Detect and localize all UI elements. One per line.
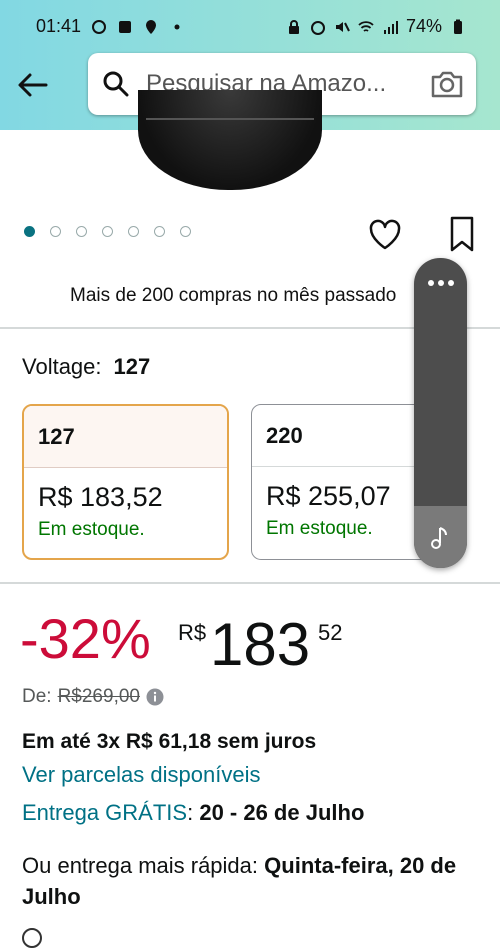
faster-delivery: Ou entrega mais rápida: Quinta-feira, 20… — [22, 850, 492, 912]
voltage-selected: 127 — [113, 354, 151, 379]
carousel-dot[interactable] — [50, 226, 61, 237]
product-image[interactable] — [138, 90, 322, 190]
delivery-range: 20 - 26 de Julho — [199, 800, 365, 825]
alarm-icon — [310, 20, 325, 35]
heart-icon[interactable] — [368, 218, 402, 252]
image-carousel-dots[interactable] — [24, 226, 191, 237]
notification-icon — [92, 19, 107, 34]
option-name: 127 — [24, 406, 227, 468]
mute-icon — [335, 21, 350, 32]
app-icon — [119, 20, 132, 33]
product-image-rim — [146, 118, 314, 120]
carousel-dot[interactable] — [128, 226, 139, 237]
back-arrow-icon[interactable] — [16, 68, 50, 102]
list-price: De: R$269,00 — [22, 686, 164, 708]
dot-icon — [174, 24, 180, 29]
voltage-label: Voltage: 127 — [22, 354, 150, 380]
option-stock: Em estoque. — [38, 519, 145, 540]
option-price: R$ 183,52 — [38, 482, 163, 512]
more-options-icon[interactable] — [426, 278, 456, 288]
bookmark-icon[interactable] — [448, 216, 476, 252]
installments-text: Em até 3x R$ 61,18 sem juros — [22, 730, 317, 753]
camera-icon[interactable] — [430, 68, 464, 100]
free-delivery-link[interactable]: Entrega GRÁTIS — [22, 800, 187, 825]
battery-icon — [454, 19, 462, 34]
faster-prefix: Ou entrega mais rápida: — [22, 853, 259, 878]
voltage-option-127[interactable]: 127 R$ 183,52 Em estoque. — [22, 404, 229, 560]
voltage-label-text: Voltage: — [22, 354, 102, 379]
delivery-info: Entrega GRÁTIS: 20 - 26 de Julho — [22, 800, 364, 826]
status-left: 01:41 — [36, 16, 185, 37]
list-price-label: De: — [22, 686, 52, 707]
purchases-text: Mais de 200 compras no mês passado — [70, 285, 397, 306]
delivery-sep: : — [187, 800, 194, 825]
signal-icon — [383, 20, 398, 34]
info-icon[interactable] — [146, 688, 164, 706]
location-pin-icon — [22, 928, 42, 948]
floating-panel[interactable] — [414, 258, 467, 568]
floating-panel-bottom[interactable] — [414, 506, 467, 568]
carousel-dot[interactable] — [24, 226, 35, 237]
location-icon — [146, 19, 157, 34]
discount-percent: -32% — [20, 607, 151, 670]
carousel-dot[interactable] — [102, 226, 113, 237]
carousel-dot[interactable] — [154, 226, 165, 237]
wifi-icon — [358, 20, 374, 32]
lock-icon — [288, 19, 299, 34]
installments-link[interactable]: Ver parcelas disponíveis — [22, 762, 260, 788]
status-right: 74% — [286, 16, 466, 37]
price-cents: 52 — [318, 620, 343, 645]
list-price-value: R$269,00 — [57, 686, 140, 707]
music-note-icon[interactable] — [429, 526, 451, 550]
price-whole: 183 — [210, 611, 311, 678]
search-icon — [103, 71, 129, 97]
price-currency: R$ — [178, 620, 207, 645]
carousel-dot[interactable] — [180, 226, 191, 237]
battery-percent: 74% — [405, 16, 442, 36]
carousel-dot[interactable] — [76, 226, 87, 237]
status-time: 01:41 — [36, 16, 82, 36]
divider — [0, 582, 500, 584]
